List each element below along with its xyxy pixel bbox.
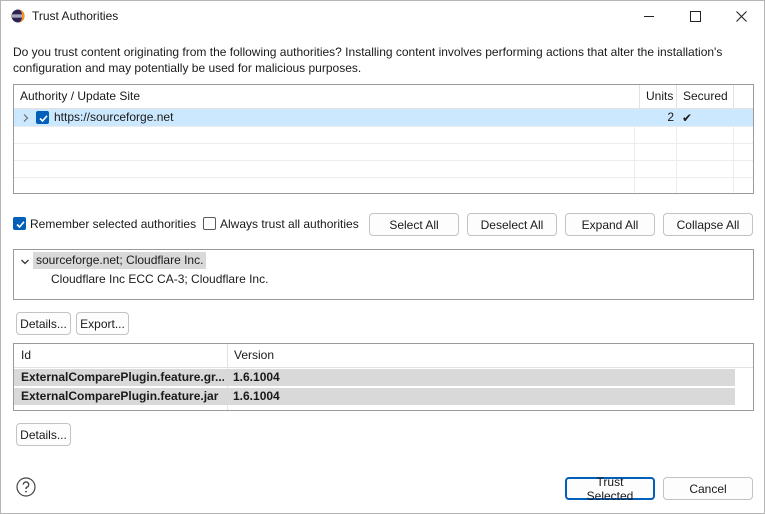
- expand-all-button[interactable]: Expand All: [565, 213, 655, 236]
- column-header-units[interactable]: Units: [639, 85, 681, 108]
- eclipse-icon: [11, 9, 25, 23]
- chevron-right-icon[interactable]: [21, 112, 31, 122]
- column-header-version[interactable]: Version: [227, 344, 735, 367]
- authority-row[interactable]: https://sourceforge.net 2 ✔: [14, 109, 753, 126]
- always-trust-label: Always trust all authorities: [220, 217, 359, 231]
- row-divider: [14, 160, 753, 161]
- row-divider: [14, 143, 753, 144]
- unit-version: 1.6.1004: [233, 370, 280, 384]
- trust-selected-button[interactable]: Trust Selected: [565, 475, 655, 503]
- certificate-root-node[interactable]: sourceforge.net; Cloudflare Inc.: [33, 252, 207, 269]
- certificate-tree[interactable]: sourceforge.net; Cloudflare Inc. Cloudfl…: [13, 249, 754, 300]
- authority-table-header: Authority / Update Site Units Secured: [14, 85, 753, 109]
- unit-version: 1.6.1004: [233, 389, 280, 403]
- units-table[interactable]: Id Version ExternalComparePlugin.feature…: [13, 343, 754, 411]
- column-header-site[interactable]: Authority / Update Site: [14, 85, 634, 108]
- title-bar: Trust Authorities: [1, 1, 764, 31]
- minimize-button[interactable]: [626, 1, 672, 31]
- close-icon: [735, 10, 747, 22]
- units-table-header: Id Version: [14, 344, 753, 368]
- certificate-details-button[interactable]: Details...: [16, 312, 71, 335]
- row-divider: [14, 177, 753, 178]
- authority-units: 2: [667, 110, 674, 124]
- remember-authorities-option[interactable]: Remember selected authorities: [13, 216, 198, 232]
- table-row[interactable]: ExternalComparePlugin.feature.jar 1.6.10…: [14, 388, 735, 405]
- cancel-button[interactable]: Cancel: [663, 477, 753, 500]
- unit-id: ExternalComparePlugin.feature.jar: [21, 389, 219, 403]
- maximize-icon: [689, 10, 701, 22]
- intro-text: Do you trust content originating from th…: [13, 45, 723, 75]
- remember-authorities-checkbox[interactable]: [13, 217, 26, 230]
- window-title: Trust Authorities: [32, 9, 119, 23]
- always-trust-checkbox[interactable]: [203, 217, 216, 230]
- remember-authorities-label: Remember selected authorities: [30, 217, 197, 231]
- column-header-secured[interactable]: Secured: [676, 85, 734, 108]
- always-trust-option[interactable]: Always trust all authorities: [203, 216, 363, 232]
- select-all-button[interactable]: Select All: [369, 213, 459, 236]
- certificate-child-node[interactable]: Cloudflare Inc ECC CA-3; Cloudflare Inc.: [51, 271, 268, 288]
- chevron-down-icon[interactable]: [20, 256, 30, 266]
- authority-table[interactable]: Authority / Update Site Units Secured ht…: [13, 84, 754, 194]
- export-button[interactable]: Export...: [76, 312, 129, 335]
- unit-id: ExternalComparePlugin.feature.gr...: [21, 370, 224, 384]
- row-divider: [14, 126, 753, 127]
- deselect-all-button[interactable]: Deselect All: [467, 213, 557, 236]
- column-header-filler: [733, 85, 753, 108]
- secured-check-icon: ✔: [682, 111, 693, 125]
- minimize-icon: [644, 15, 654, 17]
- authority-checkbox[interactable]: [36, 111, 49, 124]
- maximize-button[interactable]: [672, 1, 718, 31]
- collapse-all-button[interactable]: Collapse All: [663, 213, 753, 236]
- authority-site: https://sourceforge.net: [54, 110, 174, 124]
- close-button[interactable]: [718, 1, 764, 31]
- unit-details-button[interactable]: Details...: [16, 423, 71, 446]
- table-row[interactable]: ExternalComparePlugin.feature.gr... 1.6.…: [14, 369, 735, 386]
- trust-authorities-dialog: Trust Authorities Do you trust content o…: [0, 0, 765, 514]
- help-icon[interactable]: [16, 477, 36, 497]
- column-header-id[interactable]: Id: [14, 344, 227, 367]
